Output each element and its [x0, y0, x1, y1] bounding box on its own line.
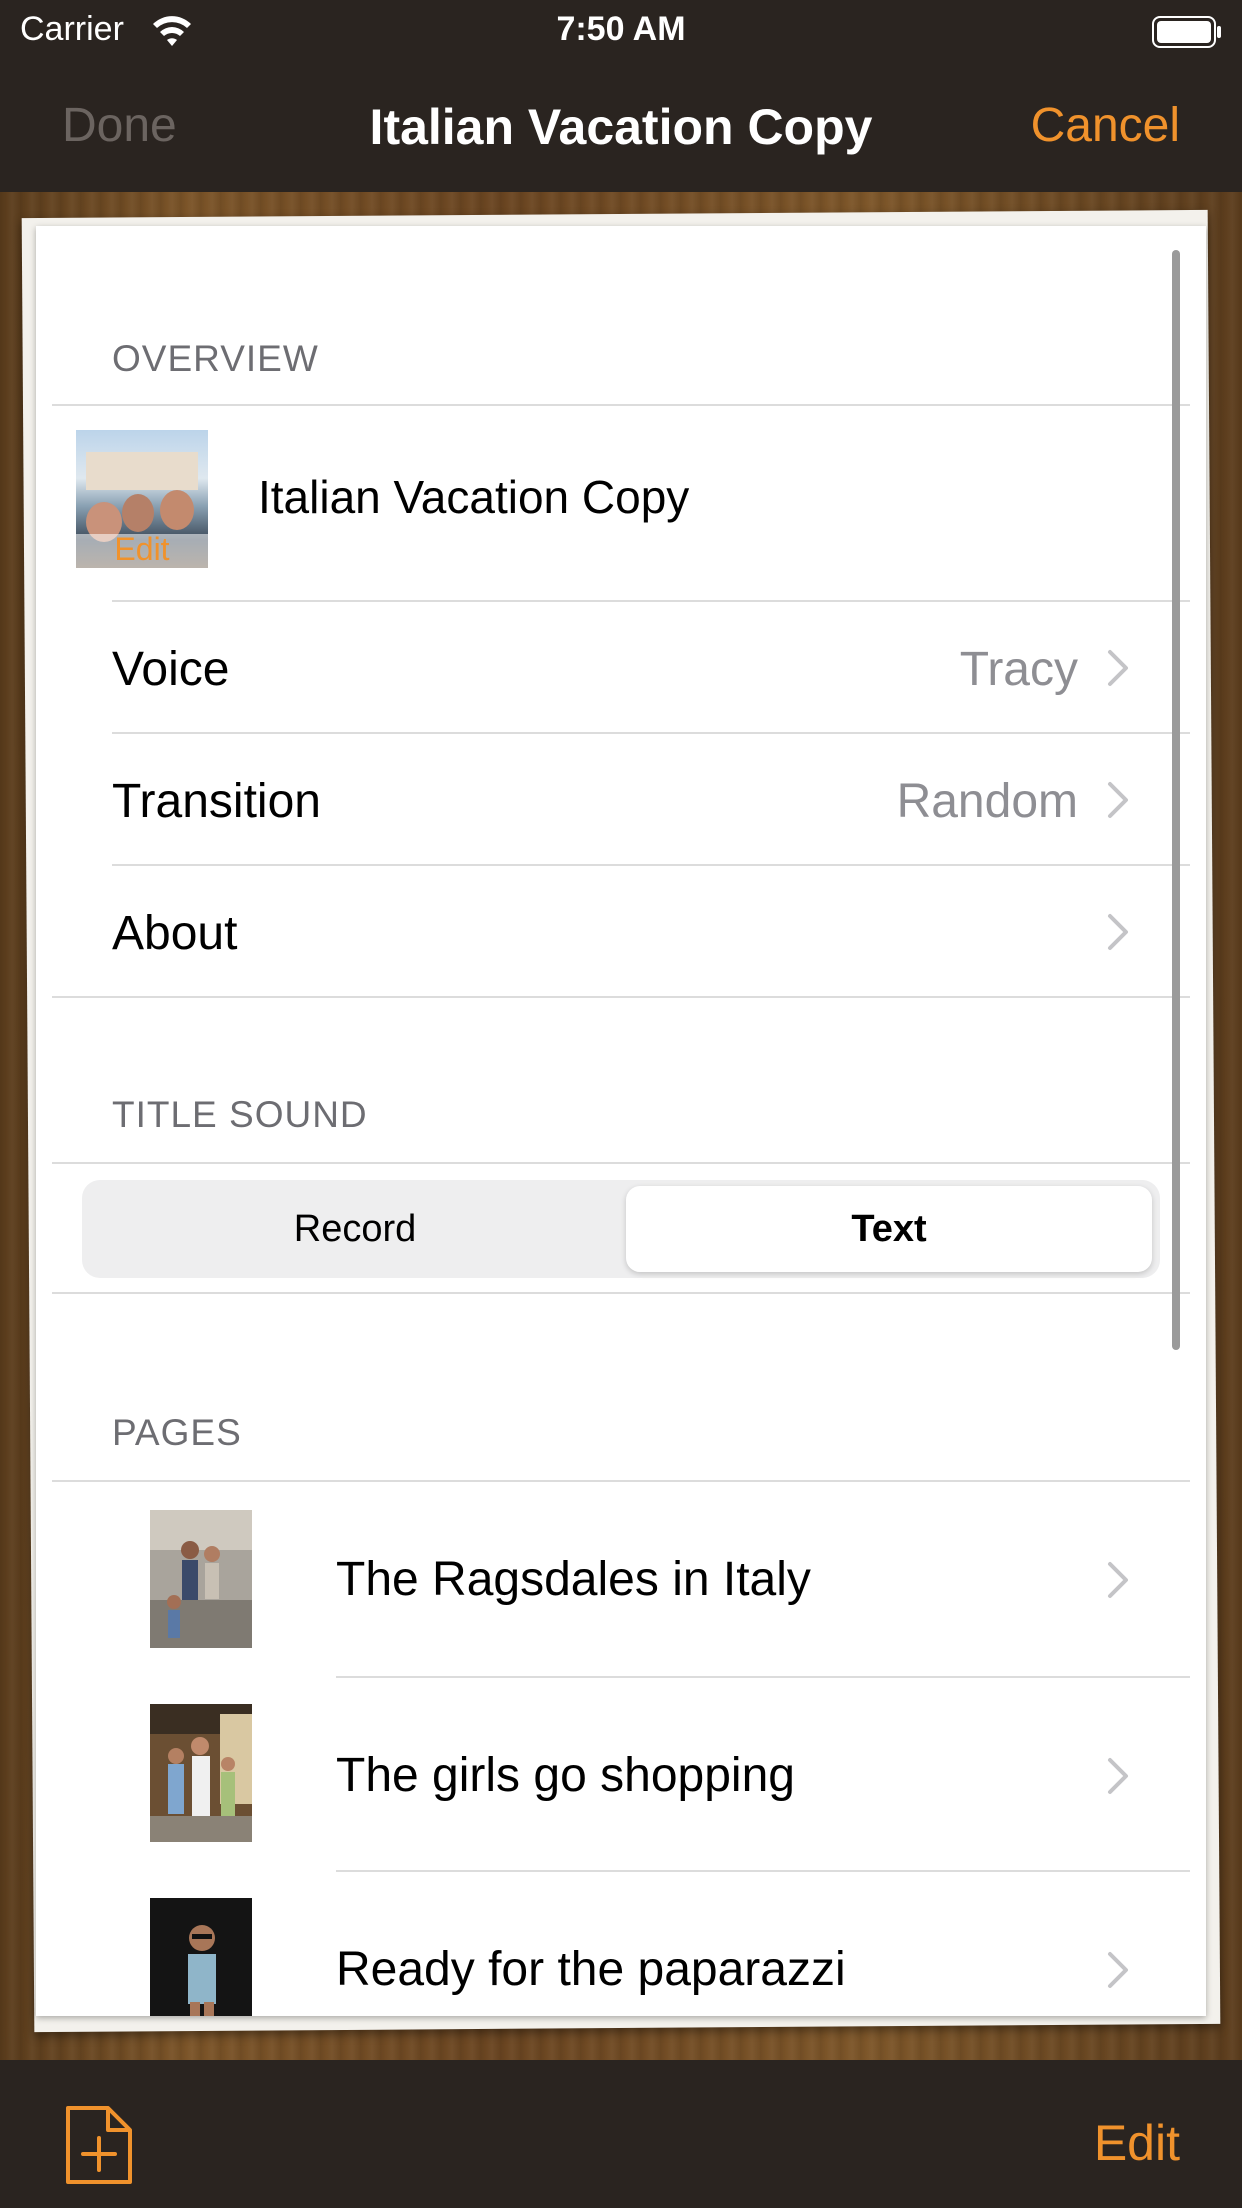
transition-value: Random	[896, 775, 1078, 828]
chevron-right-icon	[1108, 1562, 1128, 1598]
page-thumbnail	[150, 1510, 252, 1648]
voice-value: Tracy	[959, 643, 1078, 696]
voice-label: Voice	[112, 643, 230, 696]
page-thumbnail	[150, 1704, 252, 1842]
segment-record[interactable]: Record	[90, 1186, 620, 1272]
chevron-right-icon	[1108, 1952, 1128, 1988]
book-cover-thumbnail[interactable]: Edit	[76, 430, 208, 568]
navigation-bar: Done Italian Vacation Copy Cancel	[0, 64, 1242, 192]
clock: 7:50 AM	[556, 10, 686, 48]
page-title: Ready for the paparazzi	[336, 1943, 846, 1996]
scrollbar[interactable]	[1172, 250, 1180, 1350]
bottom-toolbar: Edit	[0, 2060, 1242, 2208]
thumbnail-person	[160, 490, 194, 530]
page-row[interactable]: The Ragsdales in Italy	[36, 1482, 1206, 1678]
page-row[interactable]: Ready for the paparazzi	[36, 1872, 1206, 2016]
edit-button[interactable]: Edit	[1094, 2114, 1180, 2172]
voice-row[interactable]: Voice Tracy	[36, 602, 1206, 734]
page-title: The girls go shopping	[336, 1749, 795, 1802]
battery-icon	[1152, 16, 1221, 48]
section-header-title-sound: TITLE SOUND	[112, 1094, 368, 1135]
book-title-field[interactable]: Italian Vacation Copy	[258, 470, 689, 524]
chevron-right-icon	[1108, 1758, 1128, 1794]
section-header-pages: PAGES	[112, 1412, 242, 1453]
divider	[52, 1292, 1190, 1294]
thumbnail-building	[86, 452, 198, 490]
transition-row[interactable]: Transition Random	[36, 734, 1206, 866]
add-page-icon[interactable]	[64, 2104, 134, 2186]
title-sound-segmented-control[interactable]: Record Text	[82, 1180, 1160, 1278]
chevron-right-icon	[1108, 782, 1128, 818]
section-header-overview: OVERVIEW	[112, 338, 319, 379]
edit-cover-button[interactable]: Edit	[76, 531, 208, 568]
about-label: About	[112, 907, 238, 960]
divider	[52, 1162, 1190, 1164]
chevron-right-icon	[1108, 914, 1128, 950]
divider	[52, 996, 1190, 998]
chevron-right-icon	[1108, 650, 1128, 686]
page-thumbnail	[150, 1898, 252, 2016]
settings-sheet[interactable]: OVERVIEW Edit Italian Vacation Copy Voic…	[36, 226, 1206, 2016]
status-bar: Carrier 7:50 AM	[0, 0, 1242, 64]
cancel-button[interactable]: Cancel	[1031, 98, 1180, 153]
page-row[interactable]: The girls go shopping	[36, 1678, 1206, 1874]
page-title: The Ragsdales in Italy	[336, 1553, 811, 1606]
about-row[interactable]: About	[36, 866, 1206, 998]
divider	[52, 404, 1190, 406]
segment-text[interactable]: Text	[626, 1186, 1152, 1272]
transition-label: Transition	[112, 775, 321, 828]
thumbnail-person	[122, 494, 154, 532]
